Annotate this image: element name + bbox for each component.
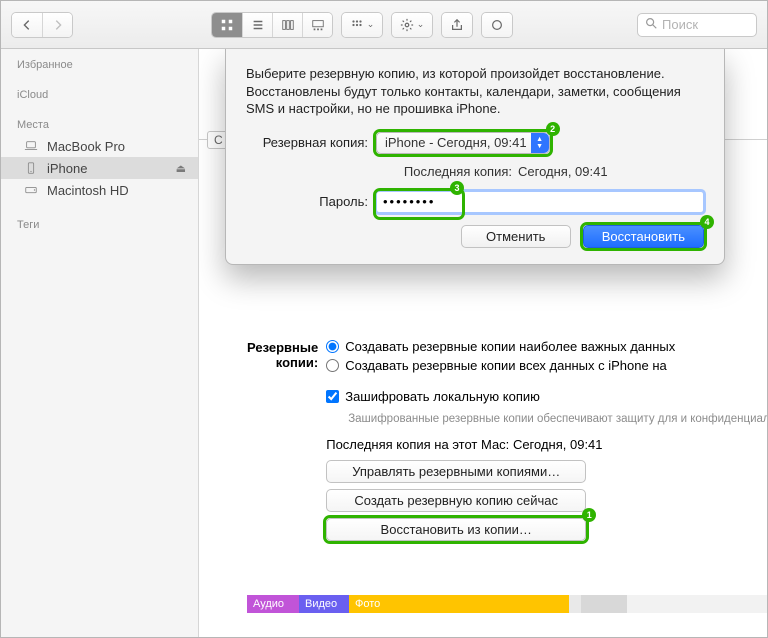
last-copy-row: Последняя копия: Сегодня, 09:41: [246, 164, 704, 179]
radio-all-input[interactable]: [326, 359, 339, 372]
encrypt-row[interactable]: Зашифровать локальную копию Изм: [326, 385, 767, 408]
backup-label: Резервная копия:: [246, 135, 376, 150]
grid-small-icon: [350, 18, 364, 32]
callout-badge-1: 1: [582, 508, 596, 522]
last-copy-label: Последняя копия:: [246, 164, 518, 179]
eject-icon[interactable]: ⏏: [176, 162, 186, 175]
search-placeholder: Поиск: [662, 17, 698, 32]
storage-seg-free: [627, 595, 767, 613]
last-copy-value: Сегодня, 09:41: [518, 164, 608, 179]
column-view-button[interactable]: [272, 13, 302, 37]
window-body: Избранное iCloud Места MacBook Pro iPhon…: [1, 49, 767, 637]
storage-seg-video: Видео: [299, 595, 349, 613]
list-icon: [251, 18, 265, 32]
backup-select[interactable]: iPhone - Сегодня, 09:41 ▲▼: [376, 132, 550, 154]
backup-select-value: iPhone - Сегодня, 09:41: [385, 135, 527, 150]
gallery-icon: [311, 18, 325, 32]
icon-view-button[interactable]: [212, 13, 242, 37]
back-button[interactable]: [12, 13, 42, 37]
callout-badge-3: 3: [450, 181, 464, 195]
view-switcher: [211, 12, 333, 38]
sidebar-item-label: iPhone: [47, 161, 87, 176]
arrange-button-group: ⌄: [341, 12, 383, 38]
radio-all-label: Создавать резервные копии всех данных с …: [345, 358, 667, 373]
sheet-buttons: Отменить 4 Восстановить: [246, 225, 704, 248]
columns-icon: [281, 18, 295, 32]
action-button-group: ⌄: [391, 12, 433, 38]
main-area: С Выберите резервную копию, из которой п…: [199, 49, 767, 637]
storage-bar: Аудио Видео Фото: [247, 595, 767, 613]
action-button[interactable]: ⌄: [392, 13, 432, 37]
storage-seg-other2: [581, 595, 627, 613]
gear-icon: [400, 18, 414, 32]
laptop-icon: [23, 138, 39, 154]
storage-video-label: Видео: [305, 598, 337, 610]
sidebar-heading-favorites: Избранное: [1, 55, 198, 75]
last-copy-mac-value: Сегодня, 09:41: [513, 437, 603, 452]
phone-icon: [23, 160, 39, 176]
storage-seg-audio: Аудио: [247, 595, 299, 613]
sidebar-heading-icloud: iCloud: [1, 85, 198, 105]
finder-window: ⌄ ⌄ Поиск И: [0, 0, 768, 638]
sidebar-heading-tags: Теги: [1, 215, 198, 235]
storage-seg-photo: Фото: [349, 595, 569, 613]
password-input[interactable]: [376, 191, 704, 213]
list-view-button[interactable]: [242, 13, 272, 37]
sidebar-item-macbook[interactable]: MacBook Pro: [1, 135, 198, 157]
forward-button[interactable]: [42, 13, 72, 37]
share-button[interactable]: [442, 13, 472, 37]
callout-badge-4: 4: [700, 215, 714, 229]
cancel-button[interactable]: Отменить: [461, 225, 571, 248]
radio-important-input[interactable]: [326, 340, 339, 353]
chevron-left-icon: [20, 18, 34, 32]
tags-button[interactable]: [482, 13, 512, 37]
backup-select-row: Резервная копия: 2 iPhone - Сегодня, 09:…: [246, 132, 704, 154]
backups-section: Резервные копии: Создавать резервные коп…: [247, 339, 767, 547]
updown-icon: ▲▼: [531, 133, 549, 153]
sidebar-item-iphone[interactable]: iPhone ⏏: [1, 157, 198, 179]
share-button-group: [441, 12, 473, 38]
tags-button-group: [481, 12, 513, 38]
restore-sheet: Выберите резервную копию, из которой про…: [225, 49, 725, 265]
encrypt-label: Зашифровать локальную копию: [345, 389, 540, 404]
search-icon: [644, 16, 658, 33]
nav-buttons: [11, 12, 73, 38]
radio-all-data[interactable]: Создавать резервные копии всех данных с …: [326, 358, 767, 373]
gallery-view-button[interactable]: [302, 13, 332, 37]
storage-seg-other1: [569, 595, 581, 613]
sidebar-item-macintosh-hd[interactable]: Macintosh HD: [1, 179, 198, 201]
restore-from-backup-button[interactable]: Восстановить из копии…: [326, 518, 586, 541]
sidebar-heading-locations: Места: [1, 115, 198, 135]
search-field[interactable]: Поиск: [637, 13, 757, 37]
manage-backups-button[interactable]: Управлять резервными копиями…: [326, 460, 586, 483]
last-copy-mac-line: Последняя копия на этот Мас: Сегодня, 09…: [326, 437, 767, 452]
encrypt-checkbox[interactable]: [326, 390, 339, 403]
grid-icon: [220, 18, 234, 32]
restore-button[interactable]: Восстановить: [583, 225, 704, 248]
storage-photo-label: Фото: [355, 598, 380, 610]
backups-label: Резервные копии:: [247, 339, 326, 370]
last-copy-mac-label: Последняя копия на этот Мас:: [326, 437, 509, 452]
sidebar-item-label: Macintosh HD: [47, 183, 129, 198]
radio-important-data[interactable]: Создавать резервные копии наиболее важны…: [326, 339, 767, 354]
storage-audio-label: Аудио: [253, 598, 284, 610]
toolbar: ⌄ ⌄ Поиск: [1, 1, 767, 49]
radio-important-label: Создавать резервные копии наиболее важны…: [345, 339, 675, 354]
backup-now-button[interactable]: Создать резервную копию сейчас: [326, 489, 586, 512]
sidebar: Избранное iCloud Места MacBook Pro iPhon…: [1, 49, 199, 637]
sheet-message: Выберите резервную копию, из которой про…: [246, 65, 704, 118]
password-label: Пароль:: [246, 194, 376, 209]
tag-icon: [490, 18, 504, 32]
password-row: Пароль: 3: [246, 191, 704, 213]
callout-badge-2: 2: [546, 122, 560, 136]
arrange-button[interactable]: ⌄: [342, 13, 382, 37]
encrypt-hint: Зашифрованные резервные копии обеспечива…: [348, 412, 767, 427]
sidebar-item-label: MacBook Pro: [47, 139, 125, 154]
disk-icon: [23, 182, 39, 198]
share-icon: [450, 18, 464, 32]
chevron-right-icon: [51, 18, 65, 32]
